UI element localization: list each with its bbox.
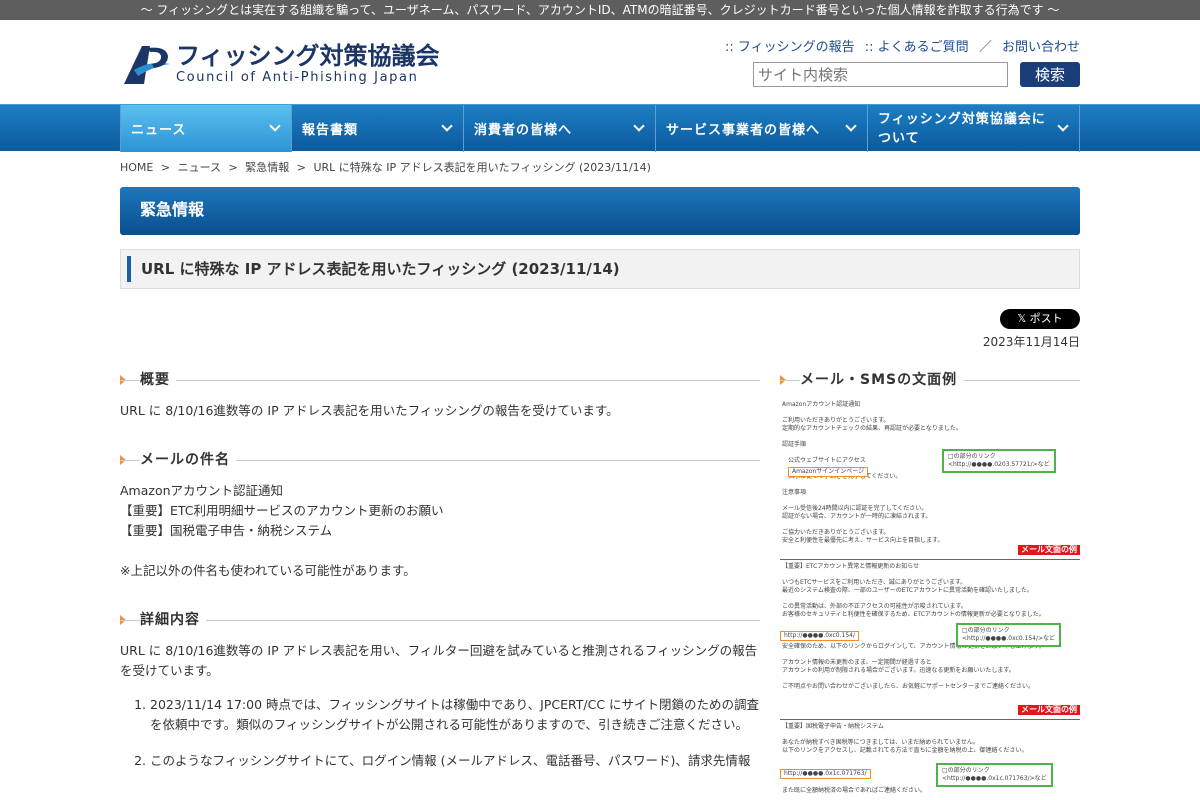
article-main: 概要 URL に 8/10/16進数等の IP アドレス表記を用いたフィッシング…: [120, 369, 760, 787]
subject-item: 【重要】国税電子申告・納税システム: [120, 523, 333, 538]
section-title: 緊急情報: [120, 187, 1080, 235]
detail-text: URL に 8/10/16進数等の IP アドレス表記を用い、フィルター回避を試…: [120, 643, 758, 678]
tagline-text: 〜 フィッシングとは実在する組織を騙って、ユーザネーム、パスワード、アカウントI…: [140, 3, 1060, 17]
global-nav: ニュース 報告書類 消費者の皆様へ サービス事業者の皆様へ フィッシング対策協議…: [0, 104, 1200, 152]
breadcrumb-separator: >: [296, 161, 306, 174]
heading-details: 詳細内容: [120, 609, 760, 631]
chevron-down-icon: [1057, 120, 1069, 132]
nav-item-about[interactable]: フィッシング対策協議会について: [868, 105, 1080, 152]
mail-examples: メール・SMSの文面例 Amazonアカウント認証通知 ご利用いただきありがとう…: [780, 369, 1080, 800]
breadcrumb-home[interactable]: HOME: [120, 161, 153, 174]
nav-label: サービス事業者の皆様へ: [666, 123, 821, 138]
link-faq[interactable]: :: よくあるご質問: [865, 40, 969, 55]
breadcrumb-news[interactable]: ニュース: [178, 161, 221, 174]
nav-item-reports[interactable]: 報告書類: [292, 105, 464, 152]
link-report[interactable]: :: フィッシングの報告: [725, 40, 855, 55]
highlighted-link: http://●●●●.0xc0.154/: [780, 631, 859, 641]
subject-list: Amazonアカウント認証通知 【重要】ETC利用明細サービスのアカウント更新の…: [120, 481, 760, 581]
heading-overview: 概要: [120, 369, 760, 391]
nav-label: フィッシング対策協議会について: [878, 111, 1046, 146]
chevron-down-icon: [441, 120, 453, 132]
list-item: 2023/11/14 17:00 時点では、フィッシングサイトは稼働中であり、J…: [150, 695, 760, 735]
page-title: URL に特殊な IP アドレス表記を用いたフィッシング (2023/11/14…: [120, 249, 1080, 289]
tagline-bar: 〜 フィッシングとは実在する組織を騙って、ユーザネーム、パスワード、アカウントI…: [0, 0, 1200, 20]
breadcrumb-urgent[interactable]: 緊急情報: [245, 161, 289, 174]
breadcrumb: HOME > ニュース > 緊急情報 > URL に特殊な IP アドレス表記を…: [120, 151, 1080, 187]
share-row: 𝕏 ポスト 2023年11月14日: [120, 289, 1080, 349]
site-search: 検索: [753, 62, 1080, 87]
breadcrumb-current: URL に特殊な IP アドレス表記を用いたフィッシング (2023/11/14…: [313, 161, 651, 174]
subject-item: 【重要】ETC利用明細サービスのアカウント更新のお願い: [120, 503, 444, 518]
highlighted-link: Amazonサインインページ: [788, 467, 869, 477]
nav-item-consumers[interactable]: 消費者の皆様へ: [464, 105, 656, 152]
chevron-down-icon: [269, 120, 281, 132]
link-separator: ／: [978, 40, 992, 55]
mail-example-tag: メール文面の例: [1018, 545, 1080, 555]
nav-item-providers[interactable]: サービス事業者の皆様へ: [656, 105, 868, 152]
link-callout: □の部分のリンク <http://●●●●.0x1c.071763/>など: [936, 763, 1053, 787]
nav-label: 報告書類: [302, 123, 359, 138]
publish-date: 2023年11月14日: [982, 335, 1080, 349]
search-input[interactable]: [753, 62, 1008, 87]
link-callout: □の部分のリンク <http://●●●●.0xc0.154/>など: [956, 623, 1062, 647]
site-logo[interactable]: フィッシング対策協議会 Council of Anti-Phishing Jap…: [120, 40, 440, 88]
article-content: 概要 URL に 8/10/16進数等の IP アドレス表記を用いたフィッシング…: [120, 349, 1080, 799]
logo-title: フィッシング対策協議会: [176, 42, 440, 70]
chevron-down-icon: [845, 120, 857, 132]
highlighted-link: http://●●●●.0x1c.071763/: [780, 769, 871, 779]
breadcrumb-separator: >: [160, 161, 171, 174]
nav-label: 消費者の皆様へ: [474, 123, 573, 138]
link-callout: □の部分のリンク <http://●●●●.0203.57721/>など: [942, 449, 1056, 473]
heading-subjects: メールの件名: [120, 449, 760, 471]
heading-mail-examples: メール・SMSの文面例: [780, 369, 1080, 391]
subject-note: ※上記以外の件名も使われている可能性があります。: [120, 563, 416, 578]
overview-text: URL に 8/10/16進数等の IP アドレス表記を用いたフィッシングの報告…: [120, 403, 619, 418]
search-button[interactable]: 検索: [1020, 62, 1080, 87]
header-links: :: フィッシングの報告 :: よくあるご質問 ／ お問い合わせ: [719, 36, 1080, 55]
chevron-down-icon: [633, 120, 645, 132]
list-item: このようなフィッシングサイトにて、ログイン情報 (メールアドレス、電話番号、パス…: [150, 751, 760, 771]
subject-item: Amazonアカウント認証通知: [120, 483, 284, 498]
logo-mark-icon: [120, 40, 174, 88]
detail-list: 2023/11/14 17:00 時点では、フィッシングサイトは稼働中であり、J…: [120, 695, 760, 771]
x-post-button[interactable]: 𝕏 ポスト: [1000, 309, 1080, 329]
mail-example-tag: メール文面の例: [1018, 705, 1080, 715]
link-contact[interactable]: お問い合わせ: [1002, 40, 1080, 55]
mail-example-image: Amazonアカウント認証通知 ご利用いただきありがとうございます。 定期的なアカ…: [780, 399, 1080, 800]
breadcrumb-separator: >: [228, 161, 238, 174]
logo-subtitle: Council of Anti-Phishing Japan: [176, 70, 419, 85]
nav-label: ニュース: [131, 123, 187, 138]
site-header: フィッシング対策協議会 Council of Anti-Phishing Jap…: [120, 20, 1080, 104]
nav-item-news[interactable]: ニュース: [120, 105, 292, 152]
